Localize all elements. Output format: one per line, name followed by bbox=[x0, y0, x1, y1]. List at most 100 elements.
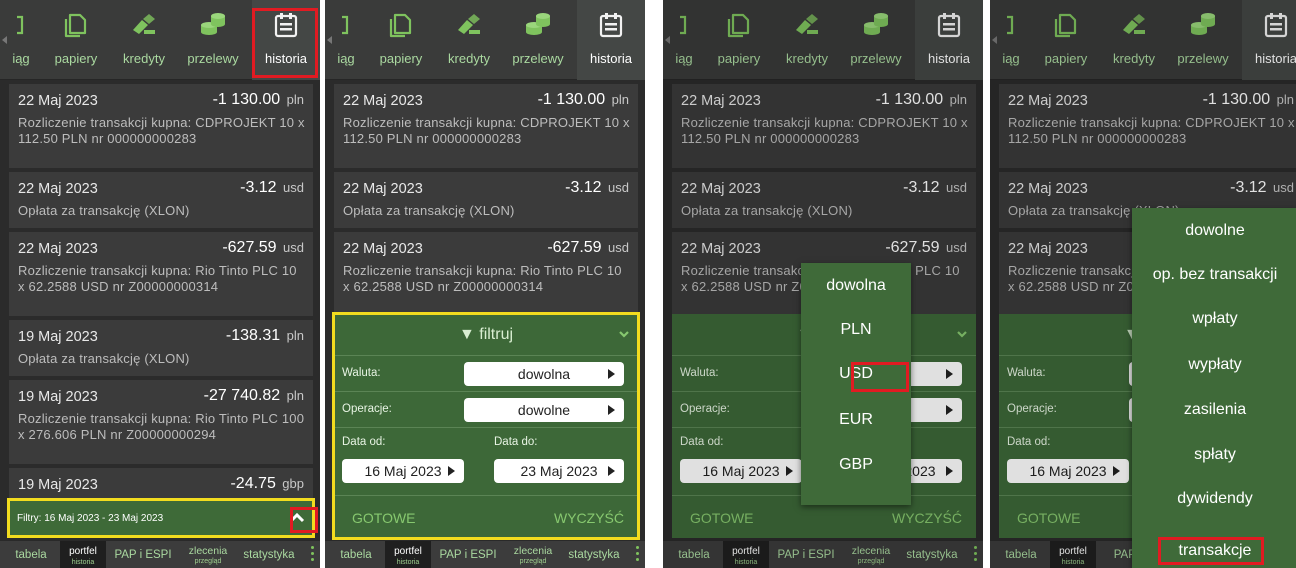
bottom-nav: tabela portfel historia PAP i ESPI zlecenia p… bbox=[0, 540, 320, 568]
bottom-tab-label: zlecenia bbox=[188, 545, 228, 557]
currency-option[interactable]: PLN bbox=[801, 321, 911, 339]
operation-option[interactable]: dywidendy bbox=[1132, 490, 1296, 508]
tab-papiery[interactable]: papiery bbox=[42, 0, 110, 80]
bottom-tab-statystyka[interactable]: statystyka bbox=[561, 541, 627, 568]
phone-screen: iąg papiery kredyty przelewy historia 22… bbox=[325, 0, 645, 568]
credit-icon bbox=[455, 10, 483, 40]
transaction-date: 19 Maj 2023 bbox=[18, 389, 98, 405]
papers-icon bbox=[62, 10, 90, 40]
currency-option[interactable]: GBP bbox=[801, 456, 911, 474]
transaction-item[interactable]: 19 Maj 2023 -24.75 gbp bbox=[9, 468, 313, 498]
screenshot-collage: iąg papiery kredyty przelewy historia 22… bbox=[0, 0, 1296, 568]
tab-label: iąg bbox=[337, 51, 355, 66]
calendar-icon bbox=[597, 10, 625, 40]
transaction-item[interactable]: 22 Maj 2023 -3.12 usd Opłata za transakcję… bbox=[9, 172, 313, 228]
tab-rachunek[interactable]: iąg bbox=[0, 0, 42, 80]
more-menu-icon[interactable] bbox=[311, 546, 315, 564]
transaction-description: Rozliczenie transakcji kupna: Rio Tinto … bbox=[18, 263, 297, 294]
amount-value: -138.31 bbox=[225, 327, 281, 344]
amount-currency: pln bbox=[286, 388, 304, 403]
bottom-tab-label: PAP i ESPI bbox=[439, 549, 497, 561]
transaction-date: 22 Maj 2023 bbox=[18, 181, 98, 197]
transaction-description: Rozliczenie transakcji kupna: Rio Tinto … bbox=[18, 411, 305, 442]
transaction-date: 22 Maj 2023 bbox=[18, 241, 98, 257]
transaction-date: 19 Maj 2023 bbox=[18, 477, 98, 493]
transaction-amount: -138.31 pln bbox=[226, 327, 304, 345]
bottom-tab-pap[interactable]: PAP i ESPI bbox=[108, 541, 178, 568]
bottom-tab-zlecenia[interactable]: zlecenia przegląd bbox=[505, 541, 561, 568]
transaction-amount: -627.59 usd bbox=[547, 239, 629, 257]
bottom-tab-tabela[interactable]: tabela bbox=[2, 541, 60, 568]
more-menu-icon[interactable] bbox=[636, 546, 640, 564]
transaction-item[interactable]: 22 Maj 2023 -627.59 usd Rozliczenie transa… bbox=[9, 232, 313, 316]
transaction-description: Rozliczenie transakcji kupna: CDPROJEKT … bbox=[18, 115, 305, 146]
bottom-tab-statystyka[interactable]: statystyka bbox=[236, 541, 302, 568]
transaction-date: 22 Maj 2023 bbox=[343, 241, 423, 257]
operation-option[interactable]: spłaty bbox=[1132, 446, 1296, 464]
highlight-box bbox=[252, 8, 318, 78]
transaction-date: 22 Maj 2023 bbox=[343, 181, 423, 197]
bottom-tab-sublabel: historia bbox=[396, 559, 420, 566]
tab-kredyty[interactable]: kredyty bbox=[435, 0, 503, 80]
bottom-tab-sublabel: przegląd bbox=[519, 558, 547, 565]
currency-option[interactable]: EUR bbox=[801, 411, 911, 429]
amount-value: -627.59 bbox=[222, 239, 277, 256]
bottom-tab-label: portfel bbox=[394, 546, 422, 557]
bottom-tab-portfel[interactable]: portfel historia bbox=[60, 541, 106, 568]
bottom-tab-sublabel: historia bbox=[71, 559, 95, 566]
amount-currency: pln bbox=[286, 328, 304, 343]
transaction-amount: -627.59 usd bbox=[222, 239, 304, 257]
bottom-nav: tabela portfel historia PAP i ESPI zlecenia p… bbox=[325, 540, 645, 568]
tab-przelewy[interactable]: przelewy bbox=[503, 0, 573, 80]
transaction-item[interactable]: 22 Maj 2023 -1 130.00 pln Rozliczenie tran… bbox=[9, 84, 313, 168]
highlight-box bbox=[332, 312, 640, 540]
transaction-amount: -1 130.00 pln bbox=[213, 91, 304, 109]
credit-icon bbox=[130, 10, 158, 40]
amount-value: -27 740.82 bbox=[203, 387, 281, 404]
bottom-tab-portfel[interactable]: portfel historia bbox=[385, 541, 431, 568]
bottom-tab-pap[interactable]: PAP i ESPI bbox=[433, 541, 503, 568]
transaction-date: 22 Maj 2023 bbox=[343, 93, 423, 109]
tab-label: kredyty bbox=[448, 51, 490, 66]
transaction-item[interactable]: 19 Maj 2023 -138.31 pln Opłata za transakc… bbox=[9, 320, 313, 376]
operation-option[interactable]: op. bez transakcji bbox=[1132, 266, 1296, 284]
transaction-item[interactable]: 22 Maj 2023 -3.12 usd Opłata za transakcję… bbox=[334, 172, 638, 228]
transaction-item[interactable]: 19 Maj 2023 -27 740.82 pln Rozliczenie tra… bbox=[9, 380, 313, 464]
transaction-description: Opłata za transakcję (XLON) bbox=[18, 351, 190, 366]
transaction-amount: -3.12 usd bbox=[240, 179, 304, 197]
bottom-tab-tabela[interactable]: tabela bbox=[327, 541, 385, 568]
tab-historia[interactable]: historia bbox=[577, 0, 645, 80]
bottom-tab-label: statystyka bbox=[243, 549, 295, 561]
tab-label: papiery bbox=[54, 51, 98, 66]
operation-option[interactable]: wypłaty bbox=[1132, 356, 1296, 374]
currency-option[interactable]: dowolna bbox=[801, 277, 911, 295]
tab-label: iąg bbox=[12, 51, 30, 66]
phone-screen: iąg papiery kredyty przelewy historia 22… bbox=[663, 0, 983, 568]
amount-currency: usd bbox=[283, 240, 304, 255]
top-nav: iąg papiery kredyty przelewy historia bbox=[325, 0, 645, 80]
amount-value: -627.59 bbox=[547, 239, 602, 256]
transaction-amount: -1 130.00 pln bbox=[538, 91, 629, 109]
bottom-tab-zlecenia[interactable]: zlecenia przegląd bbox=[180, 541, 236, 568]
tab-papiery[interactable]: papiery bbox=[367, 0, 435, 80]
operation-option[interactable]: dowolne bbox=[1132, 222, 1296, 240]
amount-currency: usd bbox=[608, 180, 629, 195]
highlight-box bbox=[851, 362, 909, 392]
transaction-amount: -27 740.82 pln bbox=[204, 387, 304, 405]
transaction-item[interactable]: 22 Maj 2023 -627.59 usd Rozliczenie transa… bbox=[334, 232, 638, 316]
coins-icon bbox=[524, 10, 552, 40]
transaction-description: Opłata za transakcję (XLON) bbox=[343, 203, 515, 218]
tab-rachunek[interactable]: iąg bbox=[325, 0, 367, 80]
tab-kredyty[interactable]: kredyty bbox=[110, 0, 178, 80]
operation-option[interactable]: zasilenia bbox=[1132, 401, 1296, 419]
highlight-box bbox=[1158, 537, 1264, 565]
tab-przelewy[interactable]: przelewy bbox=[178, 0, 248, 80]
amount-value: -3.12 bbox=[240, 179, 277, 196]
bottom-tab-label: zlecenia bbox=[513, 545, 553, 557]
amount-currency: pln bbox=[611, 92, 629, 107]
amount-currency: pln bbox=[286, 92, 304, 107]
tab-label: przelewy bbox=[187, 51, 239, 66]
operation-option[interactable]: wpłaty bbox=[1132, 310, 1296, 328]
transaction-item[interactable]: 22 Maj 2023 -1 130.00 pln Rozliczenie tran… bbox=[334, 84, 638, 168]
phone-screen: iąg papiery kredyty przelewy historia 22… bbox=[990, 0, 1296, 568]
